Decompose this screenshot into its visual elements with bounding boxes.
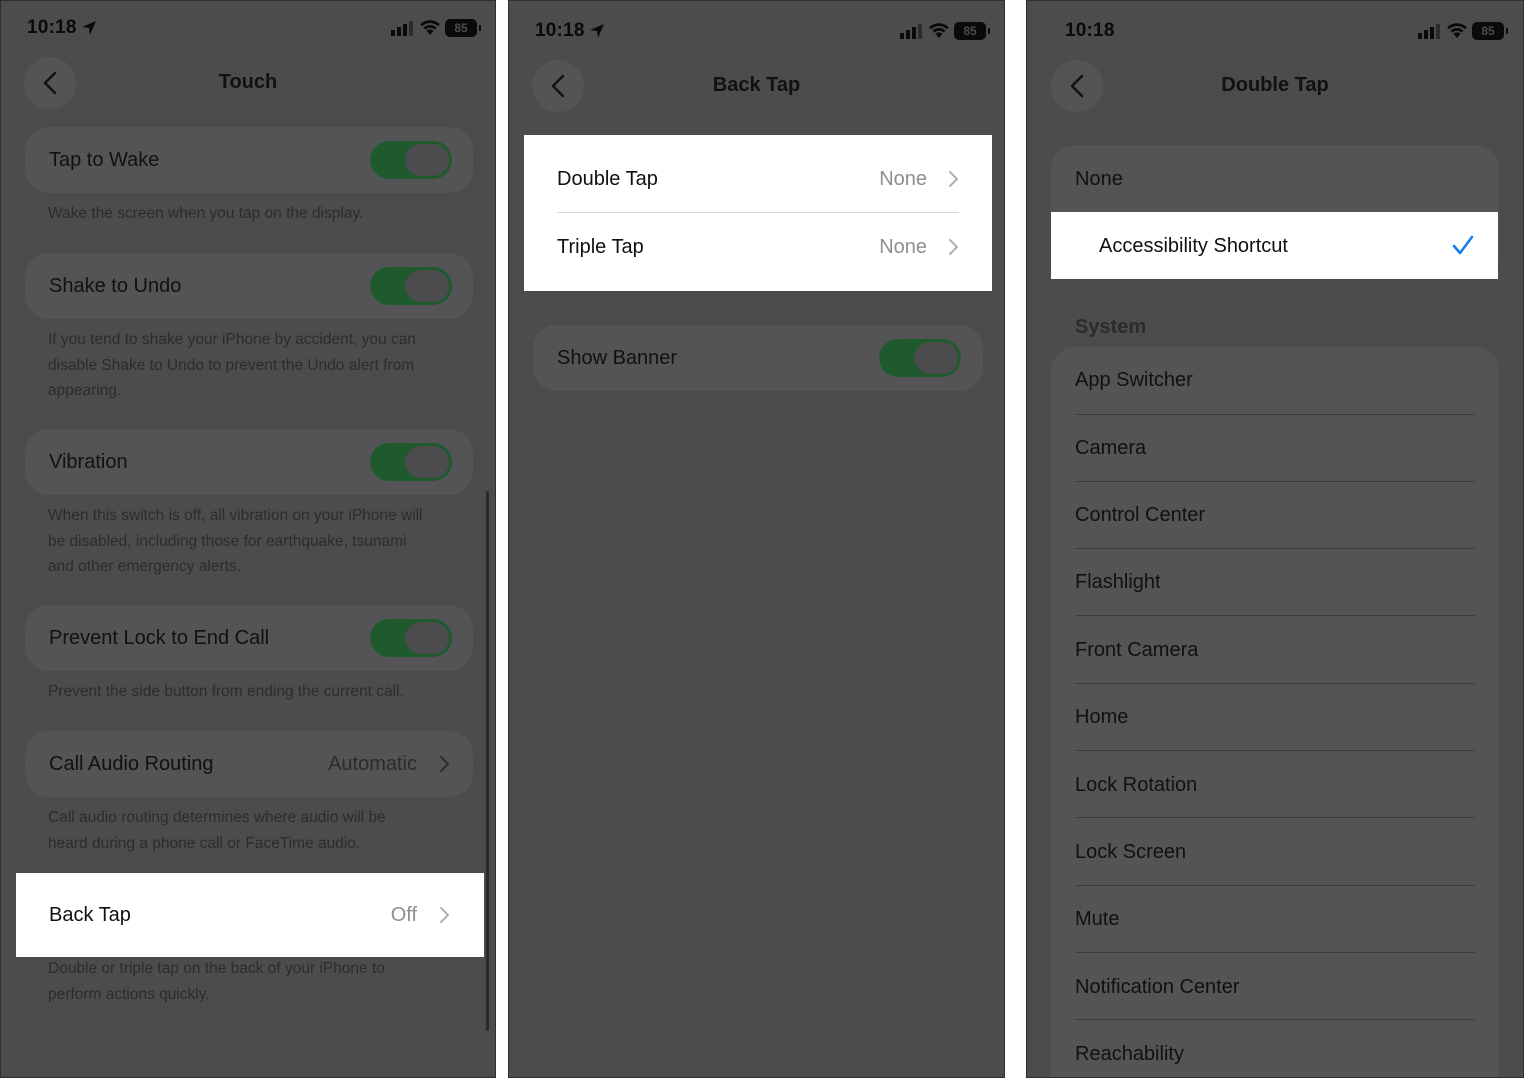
tap-options-group: Double Tap None Triple Tap None	[533, 145, 983, 281]
back-tap-value: Off	[390, 903, 417, 926]
show-banner-toggle[interactable]	[879, 339, 961, 377]
shake-to-undo-row[interactable]: Shake to Undo	[25, 253, 473, 319]
battery-icon: 85	[1472, 22, 1508, 40]
footer-line: perform actions quickly.	[48, 985, 210, 1003]
footer-line: be disabled, including those for earthqu…	[48, 532, 407, 550]
tap-to-wake-label: Tap to Wake	[49, 148, 160, 171]
shake-to-undo-toggle[interactable]	[370, 267, 452, 305]
status-time: 10:18	[1065, 20, 1115, 41]
footer-line: appearing.	[48, 382, 122, 399]
page-title: Double Tap	[1221, 74, 1329, 96]
disclosure-chevron-icon	[949, 171, 958, 187]
triple-tap-row[interactable]: Triple Tap None	[533, 213, 983, 281]
footer-line: Double or triple tap on the back of your…	[48, 960, 385, 977]
cellular-signal-icon	[900, 24, 922, 39]
status-bar: 10:18 85	[509, 18, 1004, 46]
cellular-signal-icon	[1418, 24, 1440, 39]
battery-icon: 85	[445, 19, 481, 37]
system-item[interactable]: Lock Screen	[1075, 841, 1186, 864]
row-separator	[1075, 885, 1475, 886]
double-tap-label: Double Tap	[557, 167, 658, 190]
system-section-header: System	[1075, 316, 1147, 338]
row-separator	[1075, 414, 1475, 415]
vibration-footer: When this switch is off, all vibration o…	[48, 503, 458, 580]
battery-icon: 85	[954, 22, 990, 40]
call-audio-routing-label: Call Audio Routing	[49, 752, 214, 775]
show-banner-label: Show Banner	[557, 346, 678, 369]
system-item[interactable]: Home	[1075, 706, 1128, 729]
tap-to-wake-row[interactable]: Tap to Wake	[25, 127, 473, 193]
prevent-lock-footer: Prevent the side button from ending the …	[48, 683, 404, 700]
double-tap-screen: 10:18 85 Double Tap None Accessibility S…	[1026, 0, 1524, 1078]
footer-line: and other emergency alerts.	[48, 558, 241, 575]
status-time: 10:18	[27, 17, 77, 38]
accessibility-shortcut-row[interactable]: Accessibility Shortcut	[1051, 212, 1498, 279]
prevent-lock-label: Prevent Lock to End Call	[49, 626, 270, 649]
back-tap-label: Back Tap	[49, 903, 131, 926]
disclosure-chevron-icon	[440, 907, 449, 923]
row-separator	[1075, 817, 1475, 818]
row-separator	[1075, 750, 1475, 751]
double-tap-value: None	[879, 167, 927, 190]
row-separator	[1075, 952, 1475, 953]
status-bar: 10:18 85	[1027, 18, 1523, 46]
system-item[interactable]: Lock Rotation	[1075, 774, 1197, 797]
system-item[interactable]: Front Camera	[1075, 639, 1198, 662]
double-tap-row[interactable]: Double Tap None	[533, 145, 983, 213]
row-separator	[1075, 548, 1475, 549]
footer-line: disable Shake to Undo to prevent the Und…	[48, 356, 415, 374]
back-tap-row[interactable]: Back Tap Off	[25, 882, 473, 948]
checkmark-icon	[1452, 235, 1474, 255]
shake-to-undo-footer: If you tend to shake your iPhone by acci…	[48, 327, 458, 404]
vibration-row[interactable]: Vibration	[25, 429, 473, 495]
cellular-signal-icon	[391, 21, 413, 36]
wifi-icon	[929, 23, 949, 38]
row-separator	[1075, 481, 1475, 482]
prevent-lock-row[interactable]: Prevent Lock to End Call	[25, 605, 473, 671]
call-audio-routing-value: Automatic	[328, 752, 417, 775]
vibration-toggle[interactable]	[370, 443, 452, 481]
accessibility-shortcut-label: Accessibility Shortcut	[1099, 235, 1288, 257]
back-tap-screen: 10:18 85 Back Tap Double Tap None Triple…	[508, 0, 1005, 1078]
tap-to-wake-toggle[interactable]	[370, 141, 452, 179]
page-title: Touch	[218, 71, 278, 93]
shake-to-undo-label: Shake to Undo	[49, 274, 182, 297]
call-audio-footer: Call audio routing determines where audi…	[48, 805, 458, 856]
row-separator	[1075, 683, 1475, 684]
location-arrow-icon	[590, 24, 604, 38]
location-arrow-icon	[82, 21, 96, 35]
wifi-icon	[420, 20, 440, 35]
system-item[interactable]: Control Center	[1075, 504, 1205, 527]
status-bar: 10:18 85	[1, 15, 495, 43]
row-separator	[1075, 1019, 1475, 1020]
back-tap-footer: Double or triple tap on the back of your…	[48, 956, 458, 1007]
system-item[interactable]: Mute	[1075, 908, 1119, 931]
system-item[interactable]: Reachability	[1075, 1043, 1184, 1066]
show-banner-row[interactable]: Show Banner	[533, 325, 983, 391]
footer-line: When this switch is off, all vibration o…	[48, 507, 423, 524]
call-audio-routing-row[interactable]: Call Audio Routing Automatic	[25, 731, 473, 797]
system-item[interactable]: App Switcher	[1075, 369, 1193, 392]
footer-line: heard during a phone call or FaceTime au…	[48, 834, 361, 852]
footer-line: If you tend to shake your iPhone by acci…	[48, 331, 416, 348]
triple-tap-label: Triple Tap	[557, 235, 644, 258]
tap-to-wake-footer: Wake the screen when you tap on the disp…	[48, 205, 364, 222]
scrollbar[interactable]	[486, 491, 489, 1031]
prevent-lock-toggle[interactable]	[370, 619, 452, 657]
disclosure-chevron-icon	[949, 239, 958, 255]
system-item[interactable]: Flashlight	[1075, 571, 1161, 594]
disclosure-chevron-icon	[440, 756, 449, 772]
touch-settings-screen: 10:18 85 Touch Tap to Wake Wake the scre…	[0, 0, 496, 1078]
option-none[interactable]: None	[1075, 168, 1123, 191]
triple-tap-value: None	[879, 235, 927, 258]
page-title: Back Tap	[712, 74, 801, 96]
row-separator	[1075, 615, 1475, 616]
system-item[interactable]: Notification Center	[1075, 976, 1240, 999]
system-item[interactable]: Camera	[1075, 437, 1146, 460]
vibration-label: Vibration	[49, 450, 128, 473]
wifi-icon	[1447, 23, 1467, 38]
status-time: 10:18	[535, 20, 585, 41]
footer-line: Call audio routing determines where audi…	[48, 809, 386, 826]
